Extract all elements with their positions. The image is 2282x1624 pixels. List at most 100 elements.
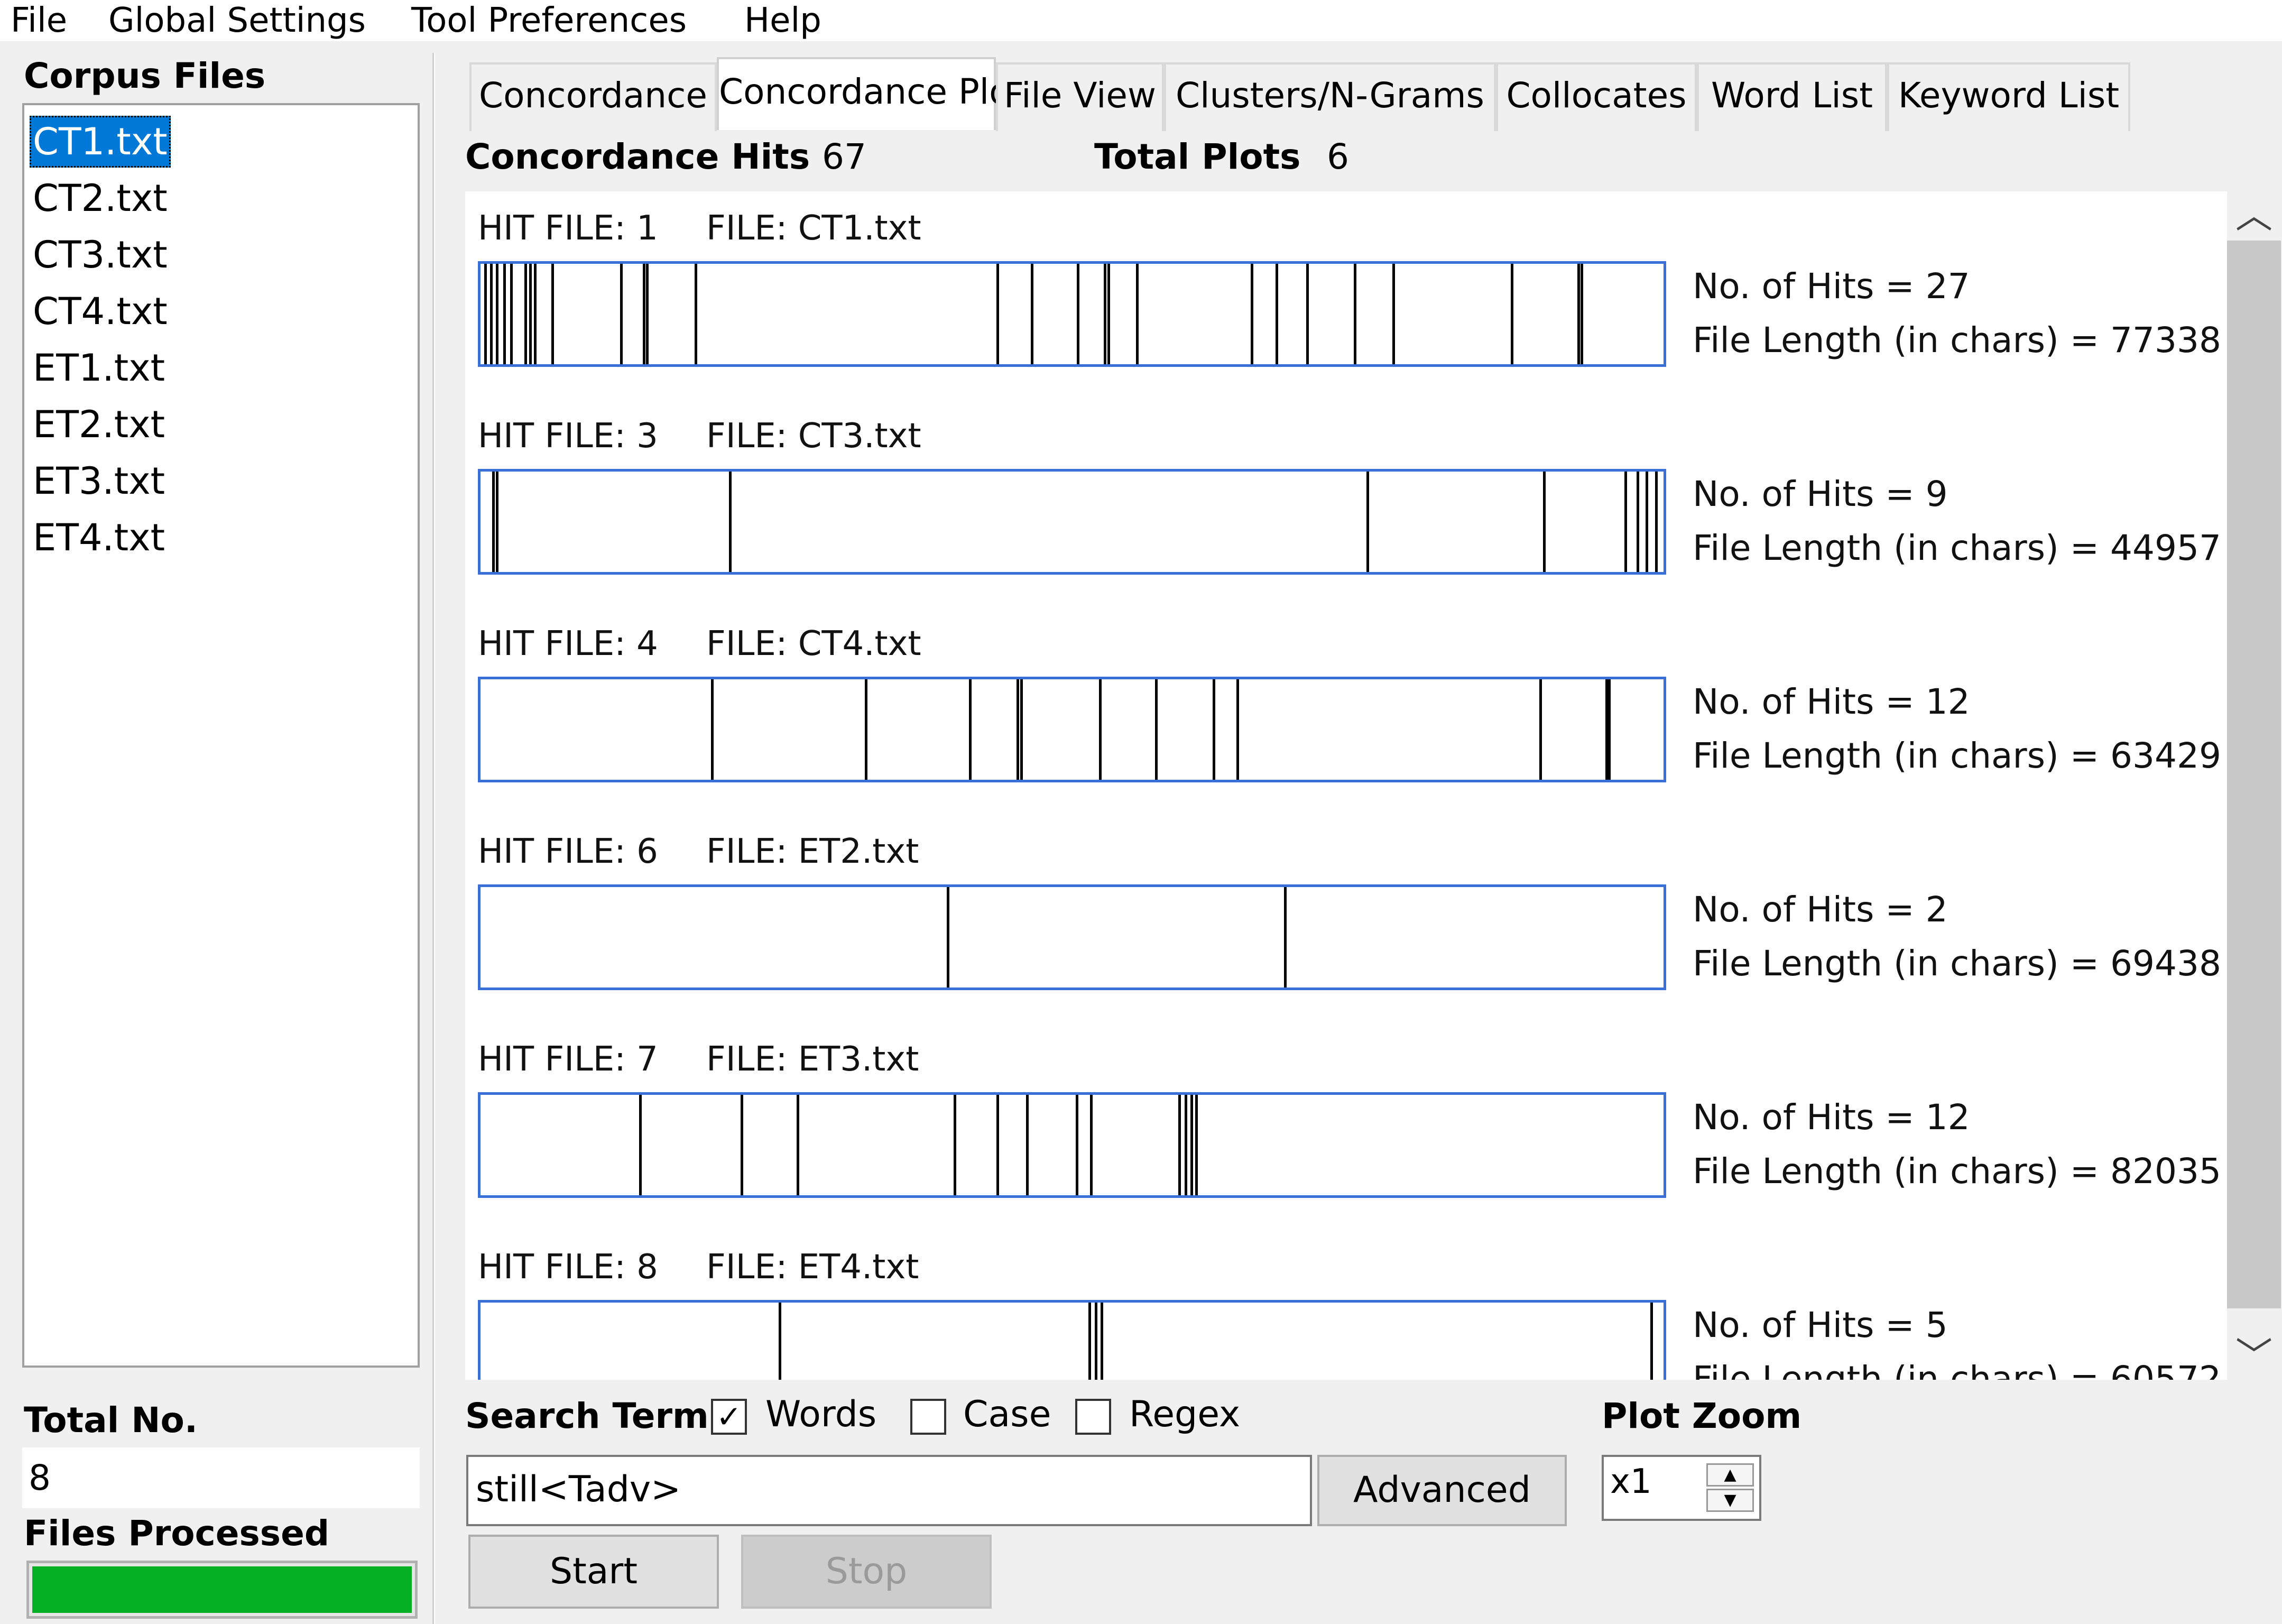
case-checkbox[interactable] — [910, 1399, 946, 1435]
hit-marker[interactable] — [954, 1095, 956, 1195]
hit-marker[interactable] — [1236, 679, 1239, 780]
hit-marker[interactable] — [695, 264, 697, 364]
search-term-input[interactable]: still<Tadv> — [466, 1455, 1312, 1526]
hit-marker[interactable] — [1104, 264, 1106, 364]
hit-marker[interactable] — [1392, 264, 1395, 364]
hit-marker[interactable] — [797, 1095, 799, 1195]
hit-marker[interactable] — [534, 264, 537, 364]
hit-marker[interactable] — [1354, 264, 1356, 364]
concordance-plot-panel[interactable]: HIT FILE: 1 FILE: CT1.txt No. of Hits = 27… — [465, 191, 2227, 1380]
hit-marker[interactable] — [969, 679, 972, 780]
menu-file[interactable]: File — [11, 0, 67, 41]
hit-marker[interactable] — [1284, 887, 1287, 988]
hit-marker[interactable] — [490, 264, 493, 364]
hit-marker[interactable] — [1637, 472, 1639, 572]
corpus-file-item[interactable]: ET3.txt — [30, 455, 168, 507]
hit-marker[interactable] — [1076, 1095, 1078, 1195]
tab-file-view[interactable]: File View — [996, 62, 1164, 131]
corpus-file-item[interactable]: CT3.txt — [30, 229, 171, 281]
hit-marker[interactable] — [503, 264, 506, 364]
corpus-file-item[interactable]: ET1.txt — [30, 342, 168, 394]
hit-marker[interactable] — [1136, 264, 1139, 364]
hit-marker[interactable] — [1213, 679, 1215, 780]
spin-down-icon[interactable]: ▼ — [1706, 1489, 1754, 1512]
corpus-file-item[interactable]: ET4.txt — [30, 512, 168, 564]
hit-marker[interactable] — [639, 1095, 642, 1195]
hit-marker[interactable] — [1251, 264, 1253, 364]
panel-splitter[interactable] — [432, 53, 435, 1624]
tab-concordance-plot[interactable]: Concordance Plot — [717, 57, 1024, 130]
plot-zoom-spinner[interactable]: x1 ▲ ▼ — [1602, 1455, 1761, 1521]
hit-marker[interactable] — [1624, 472, 1627, 572]
hit-marker[interactable] — [1026, 1095, 1029, 1195]
hit-marker[interactable] — [1155, 679, 1158, 780]
hit-marker[interactable] — [741, 1095, 743, 1195]
hit-marker[interactable] — [1185, 1095, 1187, 1195]
hit-marker[interactable] — [1655, 472, 1658, 572]
hit-marker[interactable] — [1543, 472, 1546, 572]
hit-marker[interactable] — [1276, 264, 1278, 364]
hit-marker[interactable] — [1178, 1095, 1181, 1195]
hit-marker[interactable] — [1020, 679, 1023, 780]
hit-marker[interactable] — [496, 472, 498, 572]
start-button[interactable]: Start — [468, 1535, 719, 1609]
corpus-file-item[interactable]: CT4.txt — [30, 285, 171, 337]
dispersion-plot-bar[interactable] — [478, 884, 1666, 990]
hit-marker[interactable] — [729, 472, 732, 572]
hit-marker[interactable] — [643, 264, 645, 364]
hit-marker[interactable] — [1190, 1095, 1193, 1195]
hit-marker[interactable] — [484, 264, 487, 364]
dispersion-plot-bar[interactable] — [478, 469, 1666, 575]
menu-global-settings[interactable]: Global Settings — [108, 0, 366, 41]
hit-marker[interactable] — [865, 679, 867, 780]
hit-marker[interactable] — [1581, 264, 1583, 364]
hit-marker[interactable] — [996, 1095, 999, 1195]
hit-marker[interactable] — [1077, 264, 1079, 364]
hit-marker[interactable] — [1306, 264, 1309, 364]
hit-marker[interactable] — [1099, 679, 1102, 780]
scroll-down-icon[interactable]: ﹀ — [2227, 1332, 2281, 1380]
hit-marker[interactable] — [496, 264, 498, 364]
hit-marker[interactable] — [524, 264, 527, 364]
corpus-file-item[interactable]: CT1.txt — [30, 116, 171, 168]
corpus-file-item[interactable]: ET2.txt — [30, 399, 168, 450]
tab-collocates[interactable]: Collocates — [1496, 62, 1697, 131]
hit-marker[interactable] — [551, 264, 554, 364]
hit-marker[interactable] — [779, 1303, 781, 1380]
tab-word-list[interactable]: Word List — [1697, 62, 1887, 131]
spin-up-icon[interactable]: ▲ — [1706, 1463, 1754, 1487]
hit-marker[interactable] — [996, 264, 999, 364]
hit-marker[interactable] — [1107, 264, 1110, 364]
dispersion-plot-bar[interactable] — [478, 1300, 1666, 1380]
hit-marker[interactable] — [1366, 472, 1369, 572]
hit-marker[interactable] — [1031, 264, 1033, 364]
corpus-file-item[interactable]: CT2.txt — [30, 172, 171, 224]
hit-marker[interactable] — [1577, 264, 1580, 364]
hit-marker[interactable] — [1608, 679, 1611, 780]
hit-marker[interactable] — [1095, 1303, 1097, 1380]
hit-marker[interactable] — [1539, 679, 1542, 780]
tab-keyword-list[interactable]: Keyword List — [1887, 62, 2130, 131]
corpus-file-list[interactable]: CT1.txt CT2.txt CT3.txt CT4.txt ET1.txt … — [22, 103, 420, 1368]
scroll-up-icon[interactable]: ︿ — [2227, 191, 2281, 239]
hit-marker[interactable] — [1646, 472, 1648, 572]
hit-marker[interactable] — [510, 264, 513, 364]
menu-help[interactable]: Help — [744, 0, 821, 41]
dispersion-plot-bar[interactable] — [478, 261, 1666, 367]
dispersion-plot-bar[interactable] — [478, 677, 1666, 782]
tab-clusters-ngrams[interactable]: Clusters/N-Grams — [1164, 62, 1496, 131]
hit-marker[interactable] — [492, 472, 495, 572]
scrollbar-thumb[interactable] — [2227, 241, 2281, 1308]
hit-marker[interactable] — [1088, 1303, 1091, 1380]
hit-marker[interactable] — [1650, 1303, 1653, 1380]
tab-concordance[interactable]: Concordance — [469, 62, 717, 131]
hit-marker[interactable] — [947, 887, 949, 988]
menu-tool-preferences[interactable]: Tool Preferences — [411, 0, 687, 41]
dispersion-plot-bar[interactable] — [478, 1092, 1666, 1198]
words-checkbox[interactable]: ✓ — [711, 1399, 747, 1435]
hit-marker[interactable] — [1101, 1303, 1103, 1380]
regex-checkbox[interactable] — [1075, 1399, 1111, 1435]
hit-marker[interactable] — [1511, 264, 1513, 364]
hit-marker[interactable] — [1090, 1095, 1093, 1195]
hit-marker[interactable] — [529, 264, 532, 364]
